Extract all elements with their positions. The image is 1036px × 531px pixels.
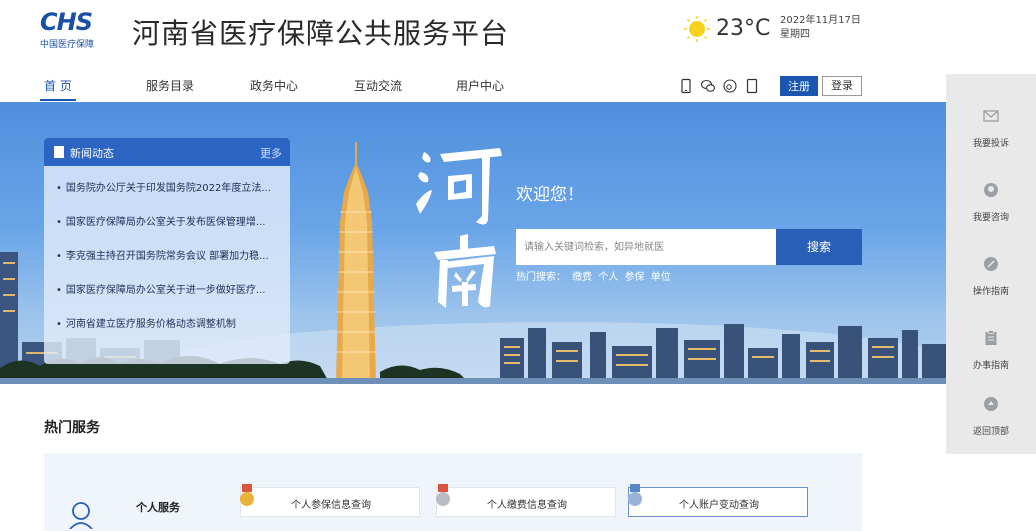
mobile-icon[interactable] xyxy=(678,78,694,94)
news-item[interactable]: 国家医疗保障局办公室关于发布医保管理增... xyxy=(56,206,282,240)
news-panel: 新闻动态 更多 国务院办公厅关于印发国务院2022年度立法... 国家医疗保障局… xyxy=(44,138,290,364)
register-button[interactable]: 注册 xyxy=(780,76,818,96)
weekday-text: 星期四 xyxy=(780,29,810,40)
float-item-label: 操作指南 xyxy=(972,287,1009,297)
hero-banner: 新闻动态 更多 国务院办公厅关于印发国务院2022年度立法... 国家医疗保障局… xyxy=(0,102,946,384)
person-icon xyxy=(69,502,93,529)
weibo-icon[interactable] xyxy=(722,78,738,94)
search-button[interactable]: 搜索 xyxy=(776,229,862,265)
nav-user-center[interactable]: 用户中心 xyxy=(456,77,504,94)
silver-medal-icon xyxy=(436,484,450,506)
chs-logo[interactable]: CHS 中国医疗保障 xyxy=(40,10,112,50)
float-back-to-top[interactable]: 返回顶部 xyxy=(946,372,1036,442)
news-item[interactable]: 国家医疗保障局办公室关于进一步做好医疗... xyxy=(56,274,282,308)
date-block: 2022年11月17日 星期四 xyxy=(780,14,861,42)
hot-keyword[interactable]: 缴费 xyxy=(572,272,592,283)
temperature: 23°C xyxy=(716,16,771,41)
nav-service-catalog[interactable]: 服务目录 xyxy=(146,77,194,94)
nav-interaction[interactable]: 互动交流 xyxy=(354,77,402,94)
service-category-label: 个人服务 xyxy=(136,501,180,514)
service-card-label: 个人账户变动查询 xyxy=(679,500,759,511)
logo-mark: CHS xyxy=(40,8,93,36)
news-more-link[interactable]: 更多 xyxy=(260,145,282,161)
news-panel-header: 新闻动态 更多 xyxy=(44,138,290,166)
nav-home[interactable]: 首 页 xyxy=(40,77,76,101)
news-item[interactable]: 国务院办公厅关于印发国务院2022年度立法... xyxy=(56,172,282,206)
compass-icon xyxy=(984,257,998,271)
service-card-insurance-info[interactable]: 个人参保信息查询 xyxy=(240,484,420,517)
arrow-up-icon xyxy=(984,397,998,411)
search-input[interactable] xyxy=(516,229,776,265)
welcome-text: 欢迎您！ xyxy=(516,185,584,205)
site-header: CHS 中国医疗保障 河南省医疗保障公共服务平台 23°C 2022年11月17… xyxy=(0,0,1036,70)
news-item[interactable]: 李克强主持召开国务院常务会议 部署加力稳... xyxy=(56,240,282,274)
news-list: 国务院办公厅关于印发国务院2022年度立法... 国家医疗保障局办公室关于发布医… xyxy=(44,166,290,342)
float-item-label: 我要咨询 xyxy=(972,213,1009,223)
headset-icon xyxy=(984,183,998,197)
service-card-account-changes[interactable]: 个人账户变动查询 xyxy=(628,484,808,517)
float-consult[interactable]: 我要咨询 xyxy=(946,158,1036,228)
hot-services-title: 热门服务 xyxy=(44,420,100,436)
service-card-payment-info[interactable]: 个人缴费信息查询 xyxy=(436,484,616,517)
hot-search-bar: 热门搜索： 缴费 个人 参保 单位 xyxy=(516,268,674,283)
hot-search-label: 热门搜索： xyxy=(516,272,566,283)
service-card-label: 个人参保信息查询 xyxy=(291,500,371,511)
date-text: 2022年11月17日 xyxy=(780,15,861,26)
site-title: 河南省医疗保障公共服务平台 xyxy=(132,17,510,50)
news-panel-title: 新闻动态 xyxy=(70,147,114,160)
service-card-label: 个人缴费信息查询 xyxy=(487,500,567,511)
float-operation-guide[interactable]: 操作指南 xyxy=(946,232,1036,302)
wechat-icon[interactable] xyxy=(700,78,716,94)
float-item-label: 办事指南 xyxy=(972,361,1009,371)
news-item[interactable]: 河南省建立医疗服务价格动态调整机制 xyxy=(56,308,282,342)
sun-icon xyxy=(684,16,710,42)
hot-keyword[interactable]: 参保 xyxy=(625,272,645,283)
float-item-label: 我要投诉 xyxy=(972,139,1009,149)
login-button[interactable]: 登录 xyxy=(822,76,862,96)
bronze-medal-icon xyxy=(628,484,642,506)
clipboard-icon xyxy=(985,330,997,345)
tablet-icon[interactable] xyxy=(744,78,760,94)
hot-services-panel: 个人服务 个人参保信息查询 个人缴费信息查询 个人账户变动查询 xyxy=(44,453,862,531)
document-icon xyxy=(54,146,64,158)
nav-government-center[interactable]: 政务中心 xyxy=(250,77,298,94)
hot-keyword[interactable]: 单位 xyxy=(651,272,671,283)
float-complaint[interactable]: 我要投诉 xyxy=(946,84,1036,154)
float-item-label: 返回顶部 xyxy=(972,427,1009,437)
logo-subtitle: 中国医疗保障 xyxy=(40,40,95,50)
right-float-toolbar: 我要投诉 我要咨询 操作指南 办事指南 返回顶部 xyxy=(946,74,1036,454)
hot-keyword[interactable]: 个人 xyxy=(598,272,618,283)
henan-calligraphy-art xyxy=(416,148,502,308)
mail-icon xyxy=(983,110,999,122)
float-service-guide[interactable]: 办事指南 xyxy=(946,306,1036,376)
gold-medal-icon xyxy=(240,484,254,506)
